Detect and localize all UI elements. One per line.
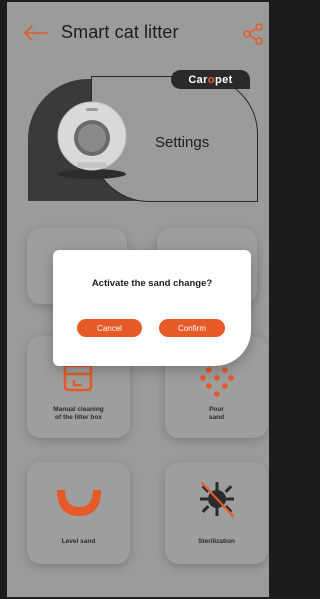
page-title: Smart cat litter (61, 22, 179, 42)
arrow-left-icon (24, 25, 48, 41)
tile-manual-cleaning-label-1: Manual cleaning (53, 406, 104, 413)
tile-manual-cleaning-label-2: of the litter box (55, 414, 102, 421)
brand-text-o: o (207, 73, 215, 86)
tile-pour-sand-label-2: sand (208, 414, 225, 421)
confirm-dialog: Activate the sand change? Cancel Confirm (53, 250, 251, 366)
confirm-button[interactable]: Confirm (159, 319, 225, 337)
back-button[interactable] (23, 22, 49, 44)
brand-logo: Car o pet (171, 70, 250, 89)
share-icon (243, 23, 263, 45)
brand-text-prefix: Car (188, 73, 208, 86)
tile-sterilization[interactable]: Sterilization (165, 462, 268, 564)
dialog-title: Activate the sand change? (91, 278, 213, 289)
brand-text-suffix: pet (214, 73, 233, 86)
app-screen: Smart cat litter Car o pet Settings Manu… (7, 2, 269, 597)
cancel-button[interactable]: Cancel (77, 319, 142, 337)
tile-level-sand[interactable]: Level sand (27, 462, 130, 564)
tile-pour-sand-label-1: Pour (209, 406, 224, 413)
settings-link[interactable]: Settings (155, 134, 209, 151)
app-header: Smart cat litter (7, 2, 269, 62)
sterilization-icon (200, 481, 235, 518)
tile-sterilization-label: Sterilization (198, 538, 235, 545)
share-button[interactable] (241, 22, 265, 46)
level-sand-icon (57, 490, 101, 516)
tile-level-sand-label: Level sand (61, 538, 96, 545)
litter-box-device-image (57, 101, 127, 179)
